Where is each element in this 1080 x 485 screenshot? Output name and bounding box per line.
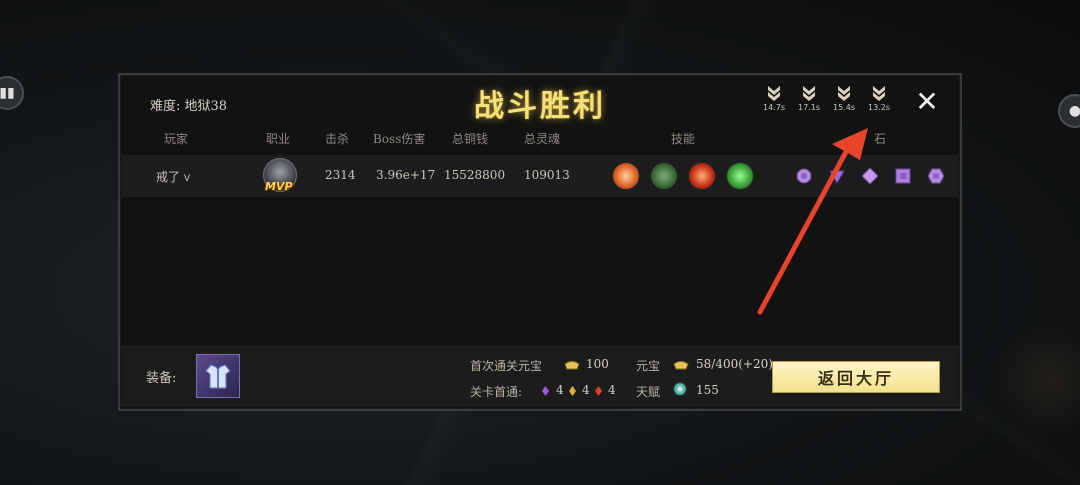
- talent-orb-icon: [673, 382, 687, 396]
- col-kills: 击杀: [325, 132, 350, 146]
- chevron-down-icon: ᐯ: [183, 174, 191, 184]
- stage-time: 13.2s: [868, 103, 890, 112]
- rank-chevron-icon: [768, 86, 780, 101]
- stage-timer: 15.4s: [832, 85, 856, 112]
- player-name: 戒了: [156, 170, 181, 184]
- stage-first-label: 关卡首通:: [470, 385, 523, 399]
- col-copper: 总铜钱: [452, 132, 489, 146]
- close-button[interactable]: ✕: [914, 88, 940, 116]
- kills-value: 2314: [325, 168, 356, 182]
- first-clear-label: 首次通关元宝: [470, 359, 543, 373]
- nature-orb-icon[interactable]: [726, 162, 754, 190]
- first-clear-value: 100: [586, 357, 609, 371]
- rank-chevron-icon: [838, 86, 850, 101]
- mvp-badge: MVP: [265, 180, 293, 193]
- class-avatar: MVP: [263, 158, 301, 198]
- col-skills: 技能: [671, 132, 696, 146]
- diamond-gem-icon[interactable]: [862, 168, 878, 184]
- stage-first-value: 4: [608, 383, 616, 397]
- flame-burst-icon[interactable]: [688, 162, 716, 190]
- equip-label: 装备:: [146, 371, 177, 386]
- rank-chevron-icon: [803, 86, 815, 101]
- battle-result-panel: 难度: 地狱38 战斗胜利 14.7s 17.1s 15.4s 13.2s ✕ …: [118, 73, 962, 411]
- col-souls: 总灵魂: [524, 132, 561, 146]
- rank-chevron-icon: [873, 86, 885, 101]
- square-gem-icon[interactable]: [895, 168, 911, 184]
- triangle-gem-icon[interactable]: [829, 168, 845, 184]
- copper-value: 15528800: [444, 168, 506, 182]
- stage-time: 17.1s: [798, 103, 820, 112]
- gold-ingot-icon: [564, 361, 580, 370]
- col-player: 玩家: [164, 132, 189, 146]
- table-header: 玩家 职业 击杀 Boss伤害 总铜钱 总灵魂 技能 石: [120, 130, 960, 150]
- fire-orb-icon[interactable]: [612, 162, 640, 190]
- talent-value: 155: [696, 383, 719, 397]
- red-crystal-icon: [595, 386, 602, 396]
- player-name-cell[interactable]: 戒了 ᐯ: [156, 168, 190, 185]
- stage-timer: 17.1s: [797, 85, 821, 112]
- stage-first-value: 4: [582, 383, 590, 397]
- talent-label: 天赋: [636, 385, 661, 399]
- boss-damage-value: 3.96e+17: [376, 168, 436, 182]
- table-row: 戒了 ᐯ MVP 2314 3.96e+17 15528800 109013: [122, 155, 958, 197]
- stage-timer: 13.2s: [867, 85, 891, 112]
- return-lobby-button[interactable]: 返回大厅: [772, 361, 940, 393]
- yuanbao-value: 58/400(+20): [696, 357, 773, 371]
- stage-time: 15.4s: [833, 103, 855, 112]
- yuanbao-label: 元宝: [636, 359, 661, 373]
- stage-timers: 14.7s 17.1s 15.4s 13.2s: [762, 85, 891, 112]
- armor-icon[interactable]: [196, 354, 240, 398]
- stage-first-value: 4: [556, 383, 564, 397]
- poison-orb-icon[interactable]: [650, 162, 678, 190]
- round-gem-icon[interactable]: [796, 168, 812, 184]
- col-gems: 石: [874, 132, 887, 146]
- hexagon-gem-icon[interactable]: [928, 168, 944, 184]
- col-boss-damage: Boss伤害: [373, 132, 426, 146]
- stage-timer: 14.7s: [762, 85, 786, 112]
- souls-value: 109013: [524, 168, 570, 182]
- reward-footer: 装备: 首次通关元宝 100 关卡首通: 4 4 4 元宝 58/400(+20…: [122, 345, 958, 407]
- armor-shape: [205, 364, 231, 389]
- gold-ingot-icon: [673, 361, 689, 370]
- purple-crystal-icon: [542, 386, 549, 396]
- stage-time: 14.7s: [763, 103, 785, 112]
- col-class: 职业: [266, 132, 291, 146]
- gold-crystal-icon: [569, 386, 576, 396]
